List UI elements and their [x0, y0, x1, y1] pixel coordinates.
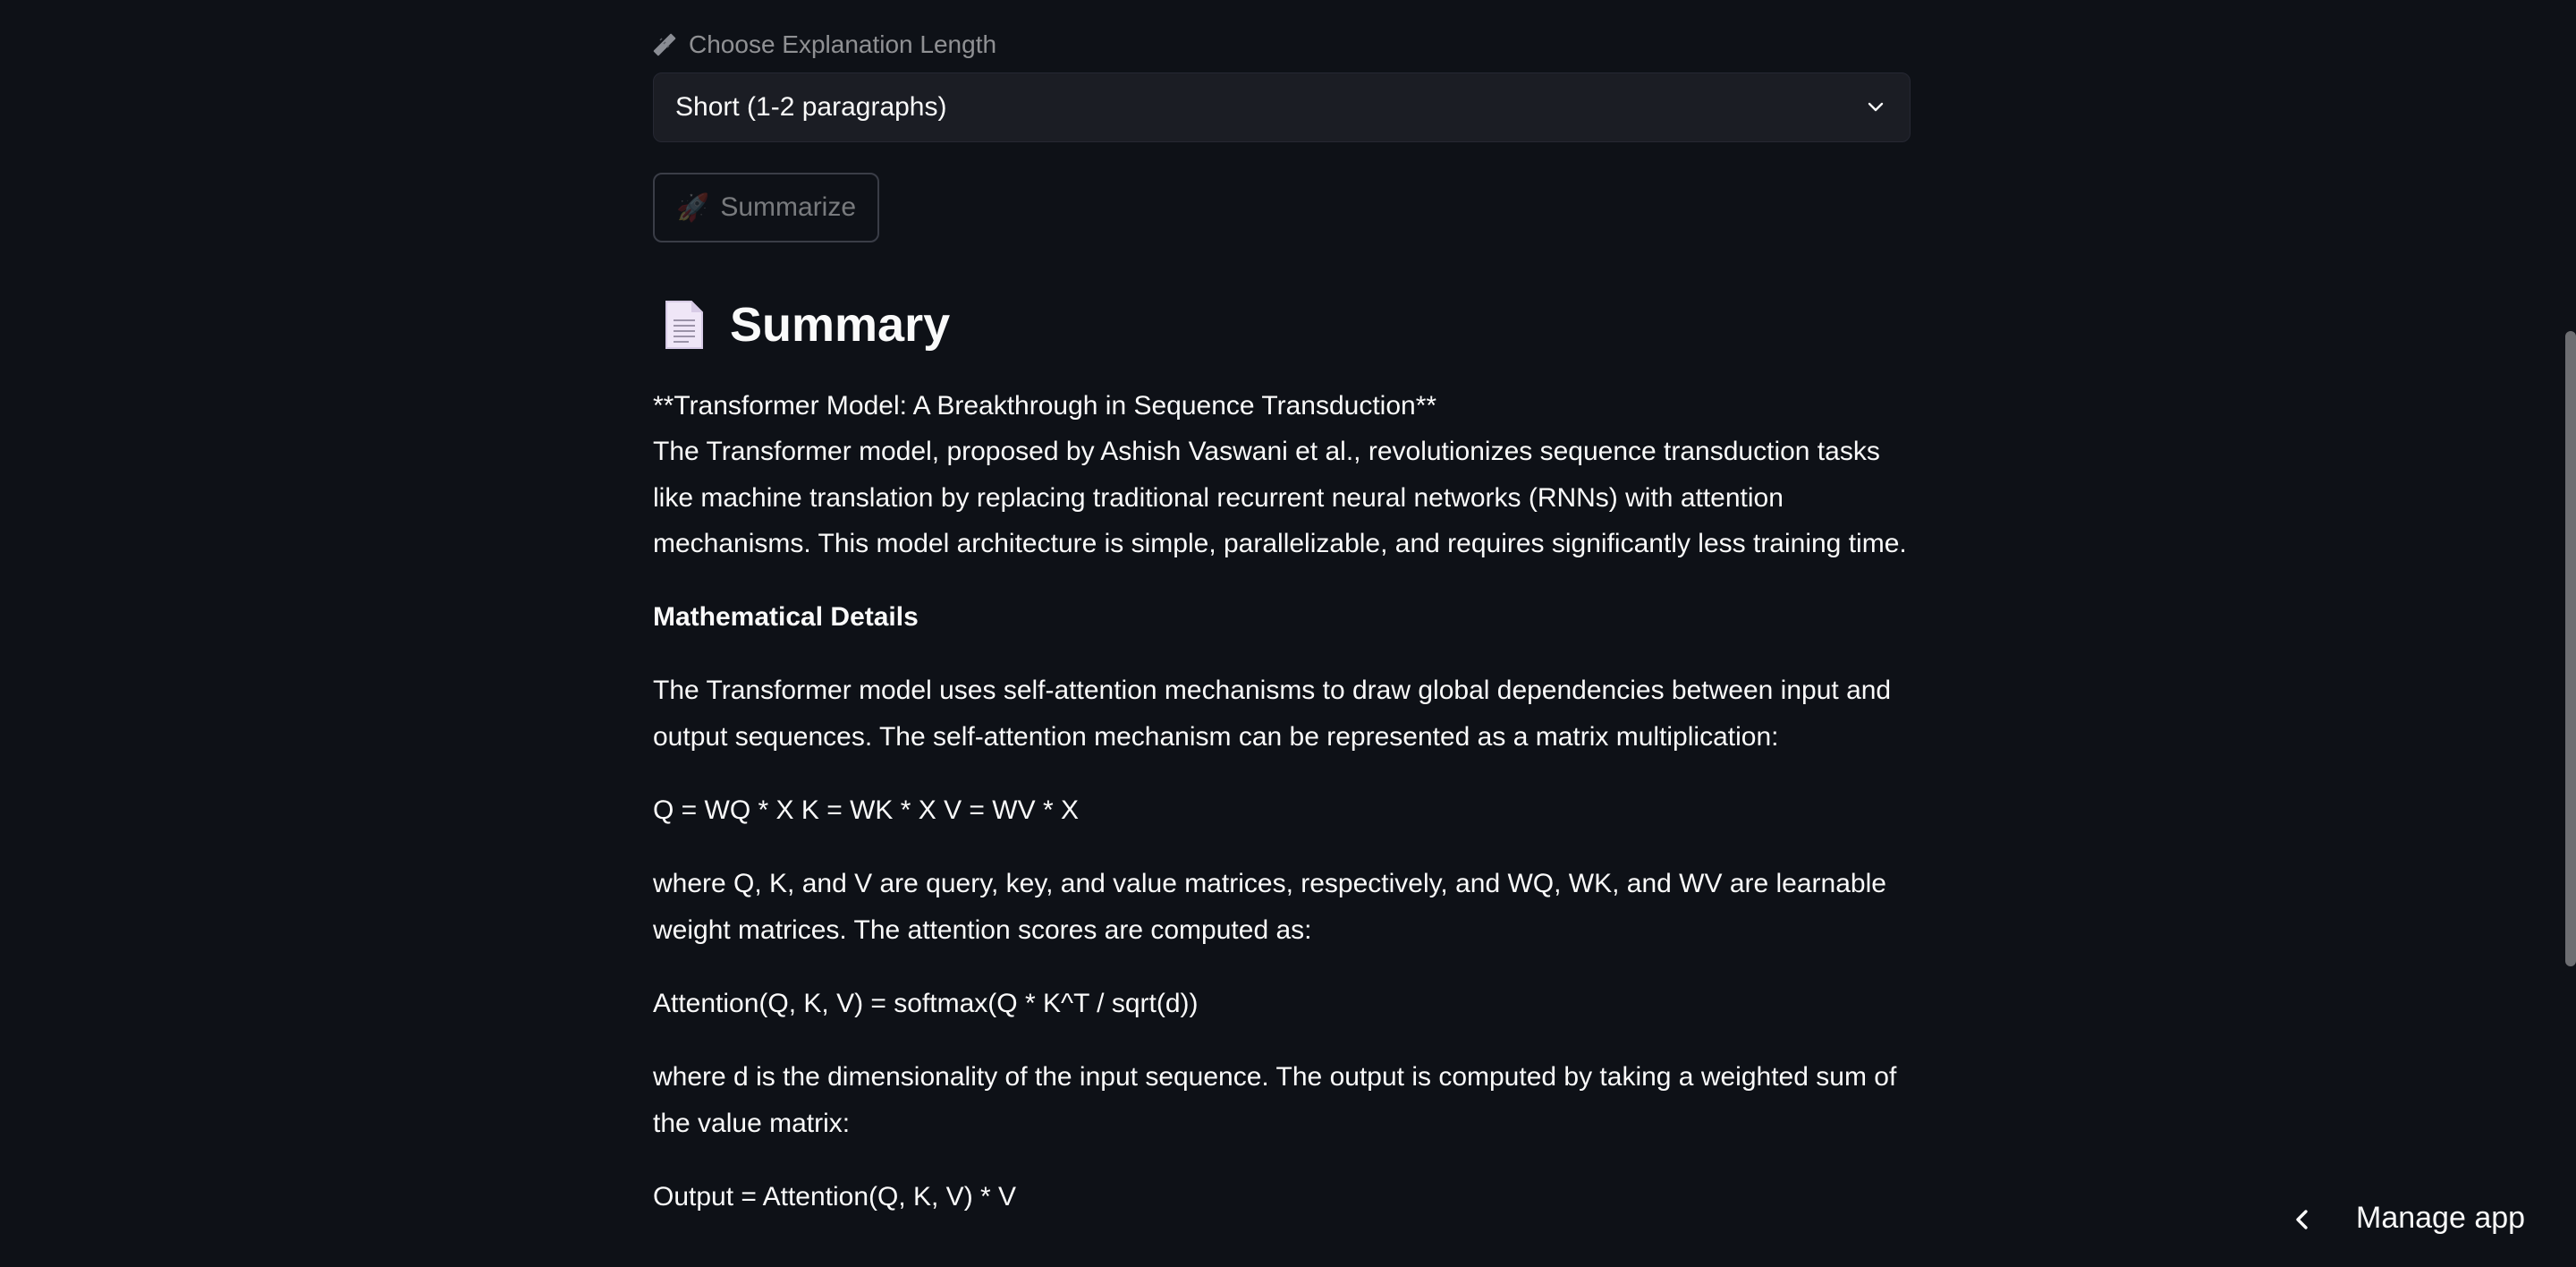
- summary-title-line: **Transformer Model: A Breakthrough in S…: [653, 391, 1437, 421]
- summarize-button[interactable]: 🚀 Summarize: [653, 173, 879, 242]
- summary-intro: The Transformer model, proposed by Ashis…: [653, 437, 1907, 558]
- chevron-left-icon: [2290, 1205, 2315, 1230]
- summarize-button-label: Summarize: [720, 192, 857, 222]
- self-attention-paragraph: The Transformer model uses self-attentio…: [653, 676, 1892, 752]
- summary-body: **Transformer Model: A Breakthrough in S…: [653, 383, 1912, 1247]
- rocket-icon: 🚀: [675, 192, 710, 223]
- chevron-down-icon: [1863, 95, 1888, 120]
- attention-equation: Attention(Q, K, V) = softmax(Q * K^T / s…: [653, 988, 1199, 1018]
- summary-heading: Summary: [664, 295, 950, 354]
- matrices-paragraph: where Q, K, and V are query, key, and va…: [653, 869, 1886, 945]
- output-equation: Output = Attention(Q, K, V) * V: [653, 1181, 1017, 1212]
- manage-app-label: Manage app: [2356, 1200, 2526, 1235]
- document-icon: [664, 299, 705, 351]
- explanation-length-label-text: Choose Explanation Length: [689, 30, 997, 58]
- ruler-icon: [653, 33, 676, 56]
- explanation-length-label: Choose Explanation Length: [653, 27, 996, 63]
- manage-app-button[interactable]: Manage app: [2290, 1195, 2525, 1240]
- page-scrollbar[interactable]: [2565, 331, 2576, 966]
- app-page: Choose Explanation Length Short (1-2 par…: [0, 0, 2576, 1267]
- explanation-length-select[interactable]: Short (1-2 paragraphs): [653, 72, 1911, 142]
- mathematical-details-heading: Mathematical Details: [653, 602, 919, 633]
- output-paragraph: where d is the dimensionality of the inp…: [653, 1062, 1897, 1138]
- summary-title: Summary: [730, 298, 951, 352]
- qkv-equation: Q = WQ * X K = WK * X V = WV * X: [653, 795, 1079, 826]
- explanation-length-value: Short (1-2 paragraphs): [675, 92, 947, 122]
